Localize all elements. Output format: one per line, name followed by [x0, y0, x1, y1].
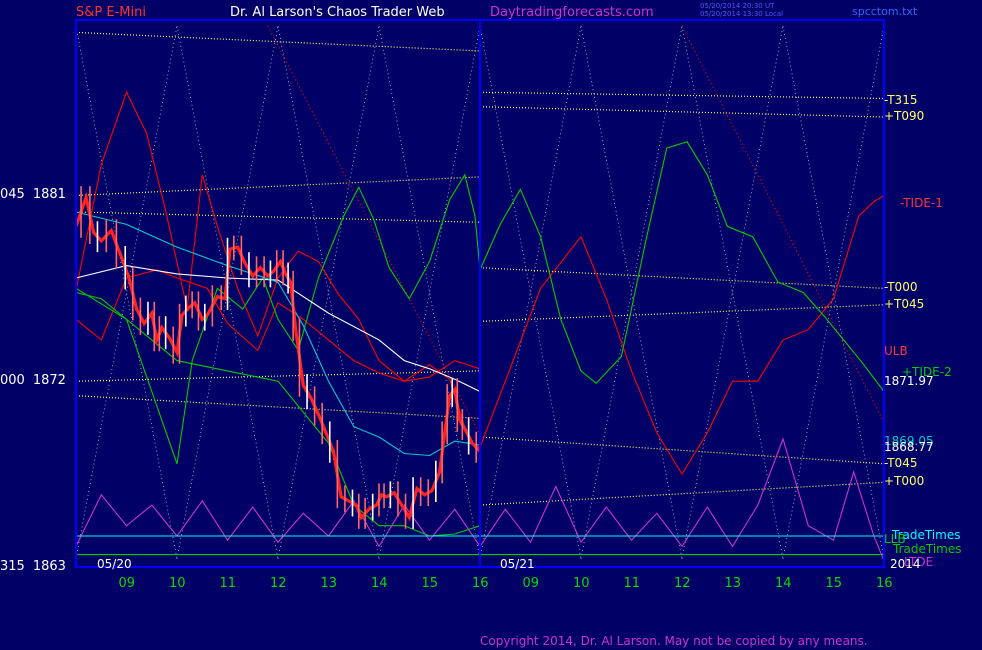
date-label-0521: 05/21 — [500, 557, 535, 571]
yellow-trend-line — [75, 31, 481, 52]
x-tick-label: 11 — [623, 576, 641, 591]
yellow-trend-line — [479, 267, 885, 289]
y-tick-prefix: 045 — [0, 187, 25, 203]
right-edge-label: -T045 — [884, 455, 918, 470]
yellow-trend-line — [479, 91, 885, 100]
yellow-trend-line — [75, 176, 481, 197]
x-tick-label: 13 — [320, 576, 338, 591]
moving-averages — [75, 211, 481, 457]
sma-white-line — [75, 265, 481, 392]
right-edge-label: -TIDE-1 — [900, 195, 943, 210]
yellow-trend-line — [479, 106, 885, 118]
x-tick-label: 12 — [674, 576, 691, 591]
x-tick-label: 10 — [169, 576, 186, 591]
yellow-trend-line — [479, 304, 885, 322]
y-tick-prefix: 000 — [0, 373, 25, 389]
x-tick-label: 09 — [522, 576, 540, 591]
right-edge-label: +T090 — [884, 109, 925, 123]
x-tick-label: 15 — [421, 576, 439, 591]
symbol-title: S&P E-Mini — [76, 5, 146, 20]
yellow-trend-line — [75, 395, 481, 419]
yellow-trend-line — [75, 211, 481, 223]
x-tick-label: 16 — [472, 576, 489, 591]
x-tick-label: 12 — [270, 576, 287, 591]
right-edge-label: +T000 — [884, 474, 925, 489]
red-dotted-lines — [267, 25, 885, 436]
right-edge-label: 1871.97 — [884, 373, 934, 388]
x-tick-label: 14 — [775, 576, 792, 591]
x-tick-label: 11 — [219, 576, 237, 591]
series-line-3 — [75, 287, 481, 537]
y-tick-label: 000 1872 — [0, 373, 66, 388]
site-title: Dr. Al Larson's Chaos Trader Web — [230, 5, 445, 20]
x-tick-label: 13 — [724, 576, 742, 591]
red-dotted-line — [681, 25, 885, 423]
x-tick-label: 09 — [118, 576, 136, 591]
x-tick-label: 16 — [876, 576, 893, 591]
x-tick-label: 10 — [573, 576, 590, 591]
chart — [74, 19, 885, 568]
yellow-trend-line — [479, 436, 885, 465]
timestamp-local: 05/20/2014 13:30 Local — [700, 10, 784, 18]
sma-cyan-line — [75, 211, 481, 457]
x-tick-label: 14 — [371, 576, 388, 591]
right-edge-label: +T045 — [884, 296, 925, 311]
yellow-trend-line — [479, 481, 885, 506]
y-tick-value: 1863 — [32, 559, 66, 574]
price-path — [74, 191, 482, 522]
data-file-name: spcctom.txt — [852, 5, 918, 18]
chart-frame — [75, 19, 885, 568]
right-edge-label: 1868.77 — [884, 439, 934, 454]
timestamp-ut: 05/20/2014 20:30 UT — [700, 2, 775, 10]
y-tick-value: 1881 — [32, 187, 66, 203]
y-tick-label: 315 1863 — [0, 559, 66, 574]
right-edge-label: ULB — [884, 344, 908, 359]
series-line-1 — [75, 269, 481, 382]
right-edge-label: -T315 — [884, 92, 918, 107]
y-tick-prefix: 315 — [0, 559, 25, 574]
yellow-trend-line — [75, 370, 481, 382]
y-tick-label: 045 1881 — [0, 187, 66, 202]
x-tick-label: 15 — [825, 576, 843, 591]
site-domain: Daytradingforecasts.com — [490, 5, 654, 20]
year-label: 2014 — [890, 557, 921, 571]
right-edge-label: -T000 — [884, 280, 918, 295]
date-label-0520: 05/20 — [97, 557, 132, 571]
price-candles — [74, 186, 482, 529]
copyright-footer: Copyright 2014, Dr. Al Larson. May not b… — [480, 634, 868, 648]
y-tick-value: 1872 — [32, 373, 66, 389]
